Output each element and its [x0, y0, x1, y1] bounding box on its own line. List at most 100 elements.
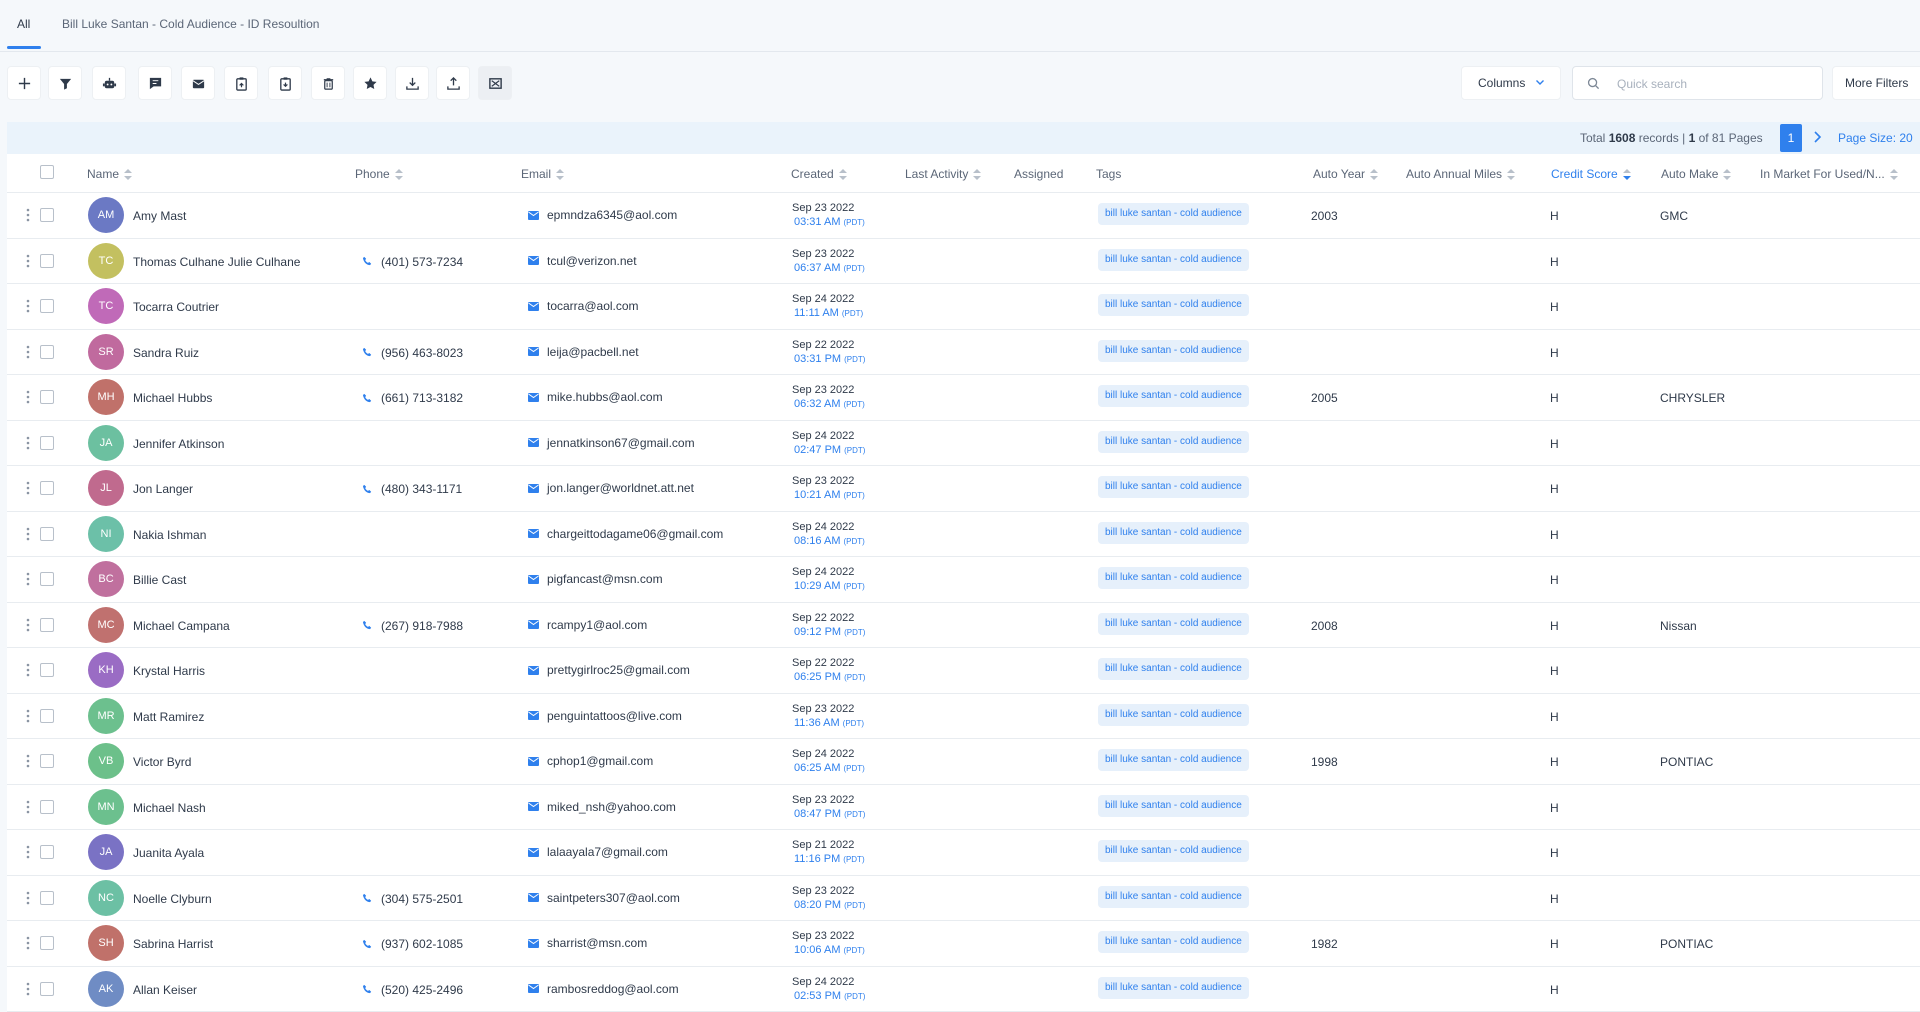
add-button[interactable]	[7, 66, 41, 100]
row-menu-icon[interactable]	[26, 800, 30, 814]
contact-phone[interactable]: (937) 602-1085	[362, 937, 463, 951]
sms-button[interactable]	[138, 66, 172, 100]
more-filters-button[interactable]: More Filters	[1832, 66, 1920, 100]
row-checkbox[interactable]	[40, 800, 54, 814]
contact-email[interactable]: rambosreddog@aol.com	[528, 982, 679, 996]
column-created[interactable]: Created	[791, 167, 847, 181]
contact-name[interactable]: Billie Cast	[133, 573, 186, 587]
merge-button[interactable]	[478, 66, 512, 100]
contact-phone[interactable]: (520) 425-2496	[362, 983, 463, 997]
column-assigned[interactable]: Assigned	[1014, 167, 1063, 181]
contact-name[interactable]: Michael Nash	[133, 801, 206, 815]
table-row[interactable]: SH Sabrina Harrist (937) 602-1085 sharri…	[7, 921, 1920, 967]
row-checkbox[interactable]	[40, 572, 54, 586]
contact-phone[interactable]: (304) 575-2501	[362, 892, 463, 906]
row-menu-icon[interactable]	[26, 709, 30, 723]
contact-email[interactable]: lalaayala7@gmail.com	[528, 845, 668, 859]
tag-badge[interactable]: bill luke santan - cold audience	[1098, 840, 1249, 862]
page-size-dropdown[interactable]: Page Size: 20	[1838, 131, 1913, 145]
automation-button[interactable]	[92, 66, 126, 100]
tag-badge[interactable]: bill luke santan - cold audience	[1098, 931, 1249, 953]
table-row[interactable]: AM Amy Mast epmndza6345@aol.com Sep 23 2…	[7, 193, 1920, 239]
row-checkbox[interactable]	[40, 390, 54, 404]
row-checkbox[interactable]	[40, 254, 54, 268]
tag-badge[interactable]: bill luke santan - cold audience	[1098, 749, 1249, 771]
contact-email[interactable]: sharrist@msn.com	[528, 936, 647, 950]
row-checkbox[interactable]	[40, 754, 54, 768]
contact-email[interactable]: jennatkinson67@gmail.com	[528, 436, 695, 450]
contact-email[interactable]: mike.hubbs@aol.com	[528, 390, 663, 404]
contact-name[interactable]: Noelle Clyburn	[133, 892, 212, 906]
column-name[interactable]: Name	[87, 167, 132, 181]
contact-email[interactable]: saintpeters307@aol.com	[528, 891, 680, 905]
column-in-market[interactable]: In Market For Used/N...	[1760, 167, 1898, 181]
table-row[interactable]: MN Michael Nash miked_nsh@yahoo.com Sep …	[7, 785, 1920, 831]
tag-badge[interactable]: bill luke santan - cold audience	[1098, 203, 1249, 225]
table-row[interactable]: MH Michael Hubbs (661) 713-3182 mike.hub…	[7, 375, 1920, 421]
contact-phone[interactable]: (661) 713-3182	[362, 391, 463, 405]
table-row[interactable]: AK Allan Keiser (520) 425-2496 rambosred…	[7, 967, 1920, 1012]
tag-badge[interactable]: bill luke santan - cold audience	[1098, 795, 1249, 817]
contact-email[interactable]: rcampy1@aol.com	[528, 618, 647, 632]
columns-dropdown[interactable]: Columns	[1461, 66, 1561, 100]
contact-name[interactable]: Jennifer Atkinson	[133, 437, 224, 451]
row-checkbox[interactable]	[40, 299, 54, 313]
contact-name[interactable]: Matt Ramirez	[133, 710, 204, 724]
tag-badge[interactable]: bill luke santan - cold audience	[1098, 522, 1249, 544]
table-row[interactable]: TC Thomas Culhane Julie Culhane (401) 57…	[7, 239, 1920, 285]
column-email[interactable]: Email	[521, 167, 564, 181]
export-list-button[interactable]	[224, 66, 258, 100]
delete-button[interactable]	[311, 66, 345, 100]
row-checkbox[interactable]	[40, 982, 54, 996]
column-auto-year[interactable]: Auto Year	[1313, 167, 1378, 181]
row-menu-icon[interactable]	[26, 845, 30, 859]
table-row[interactable]: NC Noelle Clyburn (304) 575-2501 saintpe…	[7, 876, 1920, 922]
contact-email[interactable]: pigfancast@msn.com	[528, 572, 663, 586]
row-menu-icon[interactable]	[26, 345, 30, 359]
page-1-button[interactable]: 1	[1780, 124, 1802, 152]
row-checkbox[interactable]	[40, 527, 54, 541]
contact-name[interactable]: Krystal Harris	[133, 664, 205, 678]
table-row[interactable]: JA Jennifer Atkinson jennatkinson67@gmai…	[7, 421, 1920, 467]
row-menu-icon[interactable]	[26, 390, 30, 404]
row-checkbox[interactable]	[40, 208, 54, 222]
row-menu-icon[interactable]	[26, 254, 30, 268]
row-menu-icon[interactable]	[26, 618, 30, 632]
contact-email[interactable]: tcul@verizon.net	[528, 254, 637, 268]
tab-cold-audience[interactable]: Bill Luke Santan - Cold Audience - ID Re…	[62, 17, 319, 31]
column-auto-annual-miles[interactable]: Auto Annual Miles	[1406, 167, 1515, 181]
tag-badge[interactable]: bill luke santan - cold audience	[1098, 340, 1249, 362]
tag-badge[interactable]: bill luke santan - cold audience	[1098, 704, 1249, 726]
tag-badge[interactable]: bill luke santan - cold audience	[1098, 886, 1249, 908]
row-checkbox[interactable]	[40, 481, 54, 495]
contact-email[interactable]: epmndza6345@aol.com	[528, 208, 677, 222]
column-last-activity[interactable]: Last Activity	[905, 167, 981, 181]
row-checkbox[interactable]	[40, 345, 54, 359]
tab-all[interactable]: All	[17, 17, 30, 31]
row-checkbox[interactable]	[40, 618, 54, 632]
table-row[interactable]: KH Krystal Harris prettygirlroc25@gmail.…	[7, 648, 1920, 694]
table-row[interactable]: NI Nakia Ishman chargeittodagame06@gmail…	[7, 512, 1920, 558]
table-row[interactable]: TC Tocarra Coutrier tocarra@aol.com Sep …	[7, 284, 1920, 330]
row-menu-icon[interactable]	[26, 663, 30, 677]
row-checkbox[interactable]	[40, 891, 54, 905]
contact-name[interactable]: Juanita Ayala	[133, 846, 204, 860]
row-menu-icon[interactable]	[26, 572, 30, 586]
download-button[interactable]	[395, 66, 429, 100]
column-phone[interactable]: Phone	[355, 167, 403, 181]
tag-badge[interactable]: bill luke santan - cold audience	[1098, 567, 1249, 589]
table-row[interactable]: JL Jon Langer (480) 343-1171 jon.langer@…	[7, 466, 1920, 512]
contact-name[interactable]: Amy Mast	[133, 209, 186, 223]
row-checkbox[interactable]	[40, 845, 54, 859]
row-menu-icon[interactable]	[26, 208, 30, 222]
row-menu-icon[interactable]	[26, 527, 30, 541]
row-checkbox[interactable]	[40, 663, 54, 677]
row-checkbox[interactable]	[40, 436, 54, 450]
contact-email[interactable]: cphop1@gmail.com	[528, 754, 653, 768]
tag-badge[interactable]: bill luke santan - cold audience	[1098, 249, 1249, 271]
contact-name[interactable]: Michael Hubbs	[133, 391, 212, 405]
row-menu-icon[interactable]	[26, 299, 30, 313]
upload-button[interactable]	[436, 66, 470, 100]
filter-button[interactable]	[48, 66, 82, 100]
contact-phone[interactable]: (480) 343-1171	[362, 482, 462, 496]
